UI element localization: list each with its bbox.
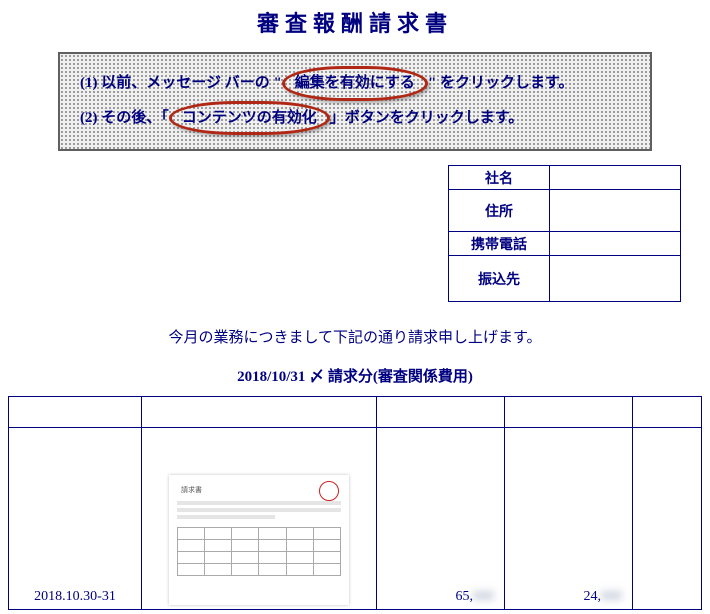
invoice-thumbnail: 請求書: [169, 475, 349, 605]
instruction-line-2: (2) その後、「コンテンツの有効化」ボタンをクリックします。: [80, 101, 630, 136]
instruction-line-1: (1) 以前、メッセージ バーの "編集を有効にする" をクリックします。: [80, 66, 630, 101]
value-address: [550, 190, 681, 232]
text: (1) 以前、メッセージ バーの ": [80, 75, 282, 91]
data-table: 2018.10.30-31 請求書 65,000 24,000: [8, 396, 702, 610]
highlight-enable-editing: 編集を有効にする: [282, 66, 428, 101]
lead-sentence: 今月の業務につきまして下記の通り請求申し上げます。: [8, 326, 702, 347]
cell-empty: [633, 428, 702, 610]
label-bank: 振込先: [449, 256, 550, 302]
value-phone: [550, 232, 681, 256]
amount-visible: 65,: [456, 589, 474, 604]
cell-thumbnail: 請求書: [142, 428, 377, 610]
value-bank: [550, 256, 681, 302]
sub-title: 2018/10/31 〆 請求分(審査関係費用): [8, 365, 702, 386]
mini-table: [177, 527, 341, 576]
instruction-box: (1) 以前、メッセージ バーの "編集を有効にする" をクリックします。 (2…: [58, 52, 652, 151]
text: 」ボタンをクリックします。: [330, 110, 524, 126]
amount-visible: 24,: [584, 589, 602, 604]
header-cell: [9, 397, 142, 428]
cell-amount-2: 24,000: [505, 428, 633, 610]
seal-icon: [319, 481, 339, 501]
table-header-row: [9, 397, 702, 428]
header-cell: [633, 397, 702, 428]
header-cell: [142, 397, 377, 428]
header-cell: [377, 397, 505, 428]
cell-amount-1: 65,000: [377, 428, 505, 610]
label-address: 住所: [449, 190, 550, 232]
table-row: 2018.10.30-31 請求書 65,000 24,000: [9, 428, 702, 610]
text: " をクリックします。: [428, 75, 574, 91]
amount-redacted: 000: [473, 589, 494, 605]
text: (2) その後、「: [80, 110, 169, 126]
thumb-label: 請求書: [181, 485, 341, 495]
highlight-enable-content: コンテンツの有効化: [169, 101, 330, 136]
label-phone: 携帯電話: [449, 232, 550, 256]
value-company: [550, 166, 681, 190]
cell-date: 2018.10.30-31: [9, 428, 142, 610]
label-company: 社名: [449, 166, 550, 190]
info-table: 社名 住所 携帯電話 振込先: [448, 165, 681, 302]
header-cell: [505, 397, 633, 428]
amount-redacted: 000: [601, 589, 622, 605]
page-title: 審査報酬請求書: [8, 6, 702, 38]
